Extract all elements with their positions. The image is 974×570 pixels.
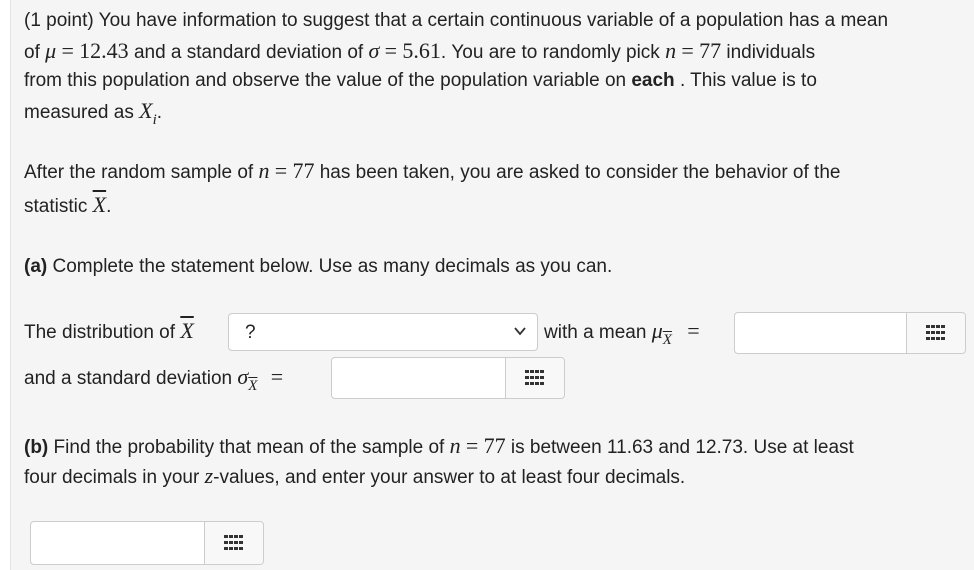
part-a-heading: (a) Complete the statement below. Use as… [24,256,613,277]
probability-input[interactable] [31,522,205,564]
intro-line-3: from this population and observe the val… [24,70,817,91]
intro-line-4: measured as Xi. [24,98,163,128]
keypad-grid-icon [926,325,945,340]
sigma-symbol: σ [368,38,380,63]
mean-label: with a mean μX = [544,318,700,348]
equation-editor-button[interactable] [906,313,965,353]
distribution-select[interactable]: ? [228,313,538,351]
equation-editor-button[interactable] [204,522,263,564]
keypad-grid-icon [224,535,243,550]
sigma-value: 5.61 [402,38,441,63]
sd-input[interactable] [332,358,506,398]
distribution-label: The distribution of X [24,318,194,343]
distribution-select-value: ? [245,322,256,343]
xbar-symbol: X [92,192,107,217]
mu-value: 12.43 [79,38,129,63]
after-line-2: statistic X. [24,192,112,217]
after-line-1: After the random sample of n = 77 has be… [24,158,841,183]
mean-input[interactable] [735,313,907,353]
sd-answer-field [331,357,565,399]
probability-answer-field [30,521,264,565]
intro-line-1: (1 point) You have information to sugges… [24,10,889,31]
mu-symbol: μ [45,38,57,63]
mean-answer-field [734,312,966,354]
keypad-grid-icon [525,370,544,385]
n-value: 77 [699,38,722,63]
chevron-down-icon [514,327,526,336]
sd-label: and a standard deviation σX = [24,364,284,394]
equation-editor-button[interactable] [505,358,564,398]
part-b-line-2: four decimals in your z-values, and ente… [24,463,686,488]
part-b-line-1: (b) Find the probability that mean of th… [24,433,854,458]
intro-line-2: of μ = 12.43 and a standard deviation of… [24,38,816,63]
